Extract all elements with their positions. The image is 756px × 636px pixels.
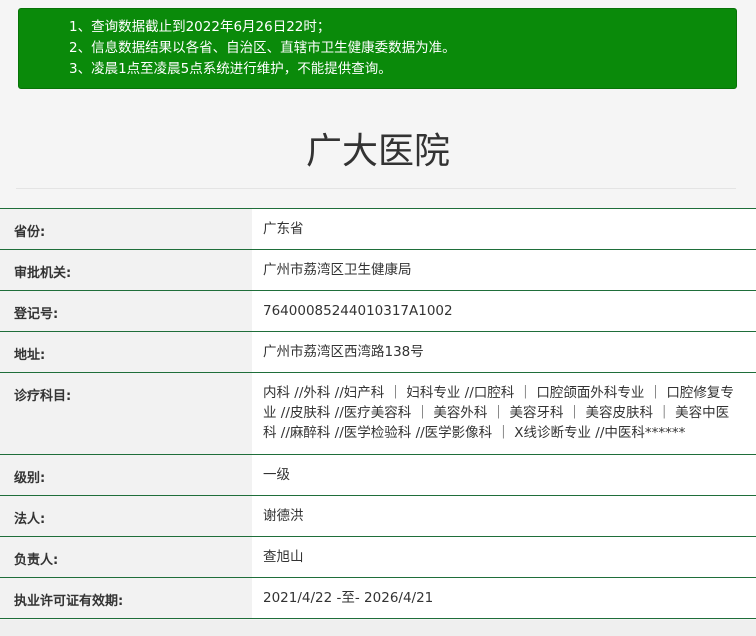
row-license-validity: 执业许可证有效期: 2021/4/22 -至- 2026/4/21	[0, 578, 756, 619]
level-value: 一级	[252, 455, 756, 495]
legal-person-value: 谢德洪	[252, 496, 756, 536]
province-label: 省份:	[0, 209, 252, 249]
address-label: 地址:	[0, 332, 252, 372]
registration-number-label: 登记号:	[0, 291, 252, 331]
approval-authority-label: 审批机关:	[0, 250, 252, 290]
row-level: 级别: 一级	[0, 455, 756, 496]
page-footer-band	[0, 620, 756, 636]
notice-line-3: 3、凌晨1点至凌晨5点系统进行维护，不能提供查询。	[69, 61, 392, 77]
row-legal-person: 法人: 谢德洪	[0, 496, 756, 537]
person-in-charge-value: 查旭山	[252, 537, 756, 577]
address-value: 广州市荔湾区西湾路138号	[252, 332, 756, 372]
row-person-in-charge: 负责人: 查旭山	[0, 537, 756, 578]
departments-value: 内科 //外科 //妇产科 ｜ 妇科专业 //口腔科 ｜ 口腔颌面外科专业 ｜ …	[252, 373, 756, 454]
license-validity-value: 2021/4/22 -至- 2026/4/21	[252, 578, 756, 618]
title-divider	[16, 188, 736, 189]
notice-line-2: 2、信息数据结果以各省、自治区、直辖市卫生健康委数据为准。	[69, 40, 456, 56]
hospital-name-title: 广大医院	[305, 131, 450, 172]
row-address: 地址: 广州市荔湾区西湾路138号	[0, 332, 756, 373]
notice-banner: 1、查询数据截止到2022年6月26日22时； 2、信息数据结果以各省、自治区、…	[18, 8, 737, 89]
province-value: 广东省	[252, 209, 756, 249]
row-approval-authority: 审批机关: 广州市荔湾区卫生健康局	[0, 250, 756, 291]
row-registration-number: 登记号: 76400085244010317A1002	[0, 291, 756, 332]
registration-number-value: 76400085244010317A1002	[252, 291, 756, 331]
person-in-charge-label: 负责人:	[0, 537, 252, 577]
row-province: 省份: 广东省	[0, 209, 756, 250]
legal-person-label: 法人:	[0, 496, 252, 536]
notice-line-1: 1、查询数据截止到2022年6月26日22时；	[69, 19, 331, 35]
license-validity-label: 执业许可证有效期:	[0, 578, 252, 618]
level-label: 级别:	[0, 455, 252, 495]
approval-authority-value: 广州市荔湾区卫生健康局	[252, 250, 756, 290]
row-departments: 诊疗科目: 内科 //外科 //妇产科 ｜ 妇科专业 //口腔科 ｜ 口腔颌面外…	[0, 373, 756, 455]
hospital-info-table: 省份: 广东省 审批机关: 广州市荔湾区卫生健康局 登记号: 764000852…	[0, 208, 756, 619]
departments-label: 诊疗科目:	[0, 373, 252, 454]
